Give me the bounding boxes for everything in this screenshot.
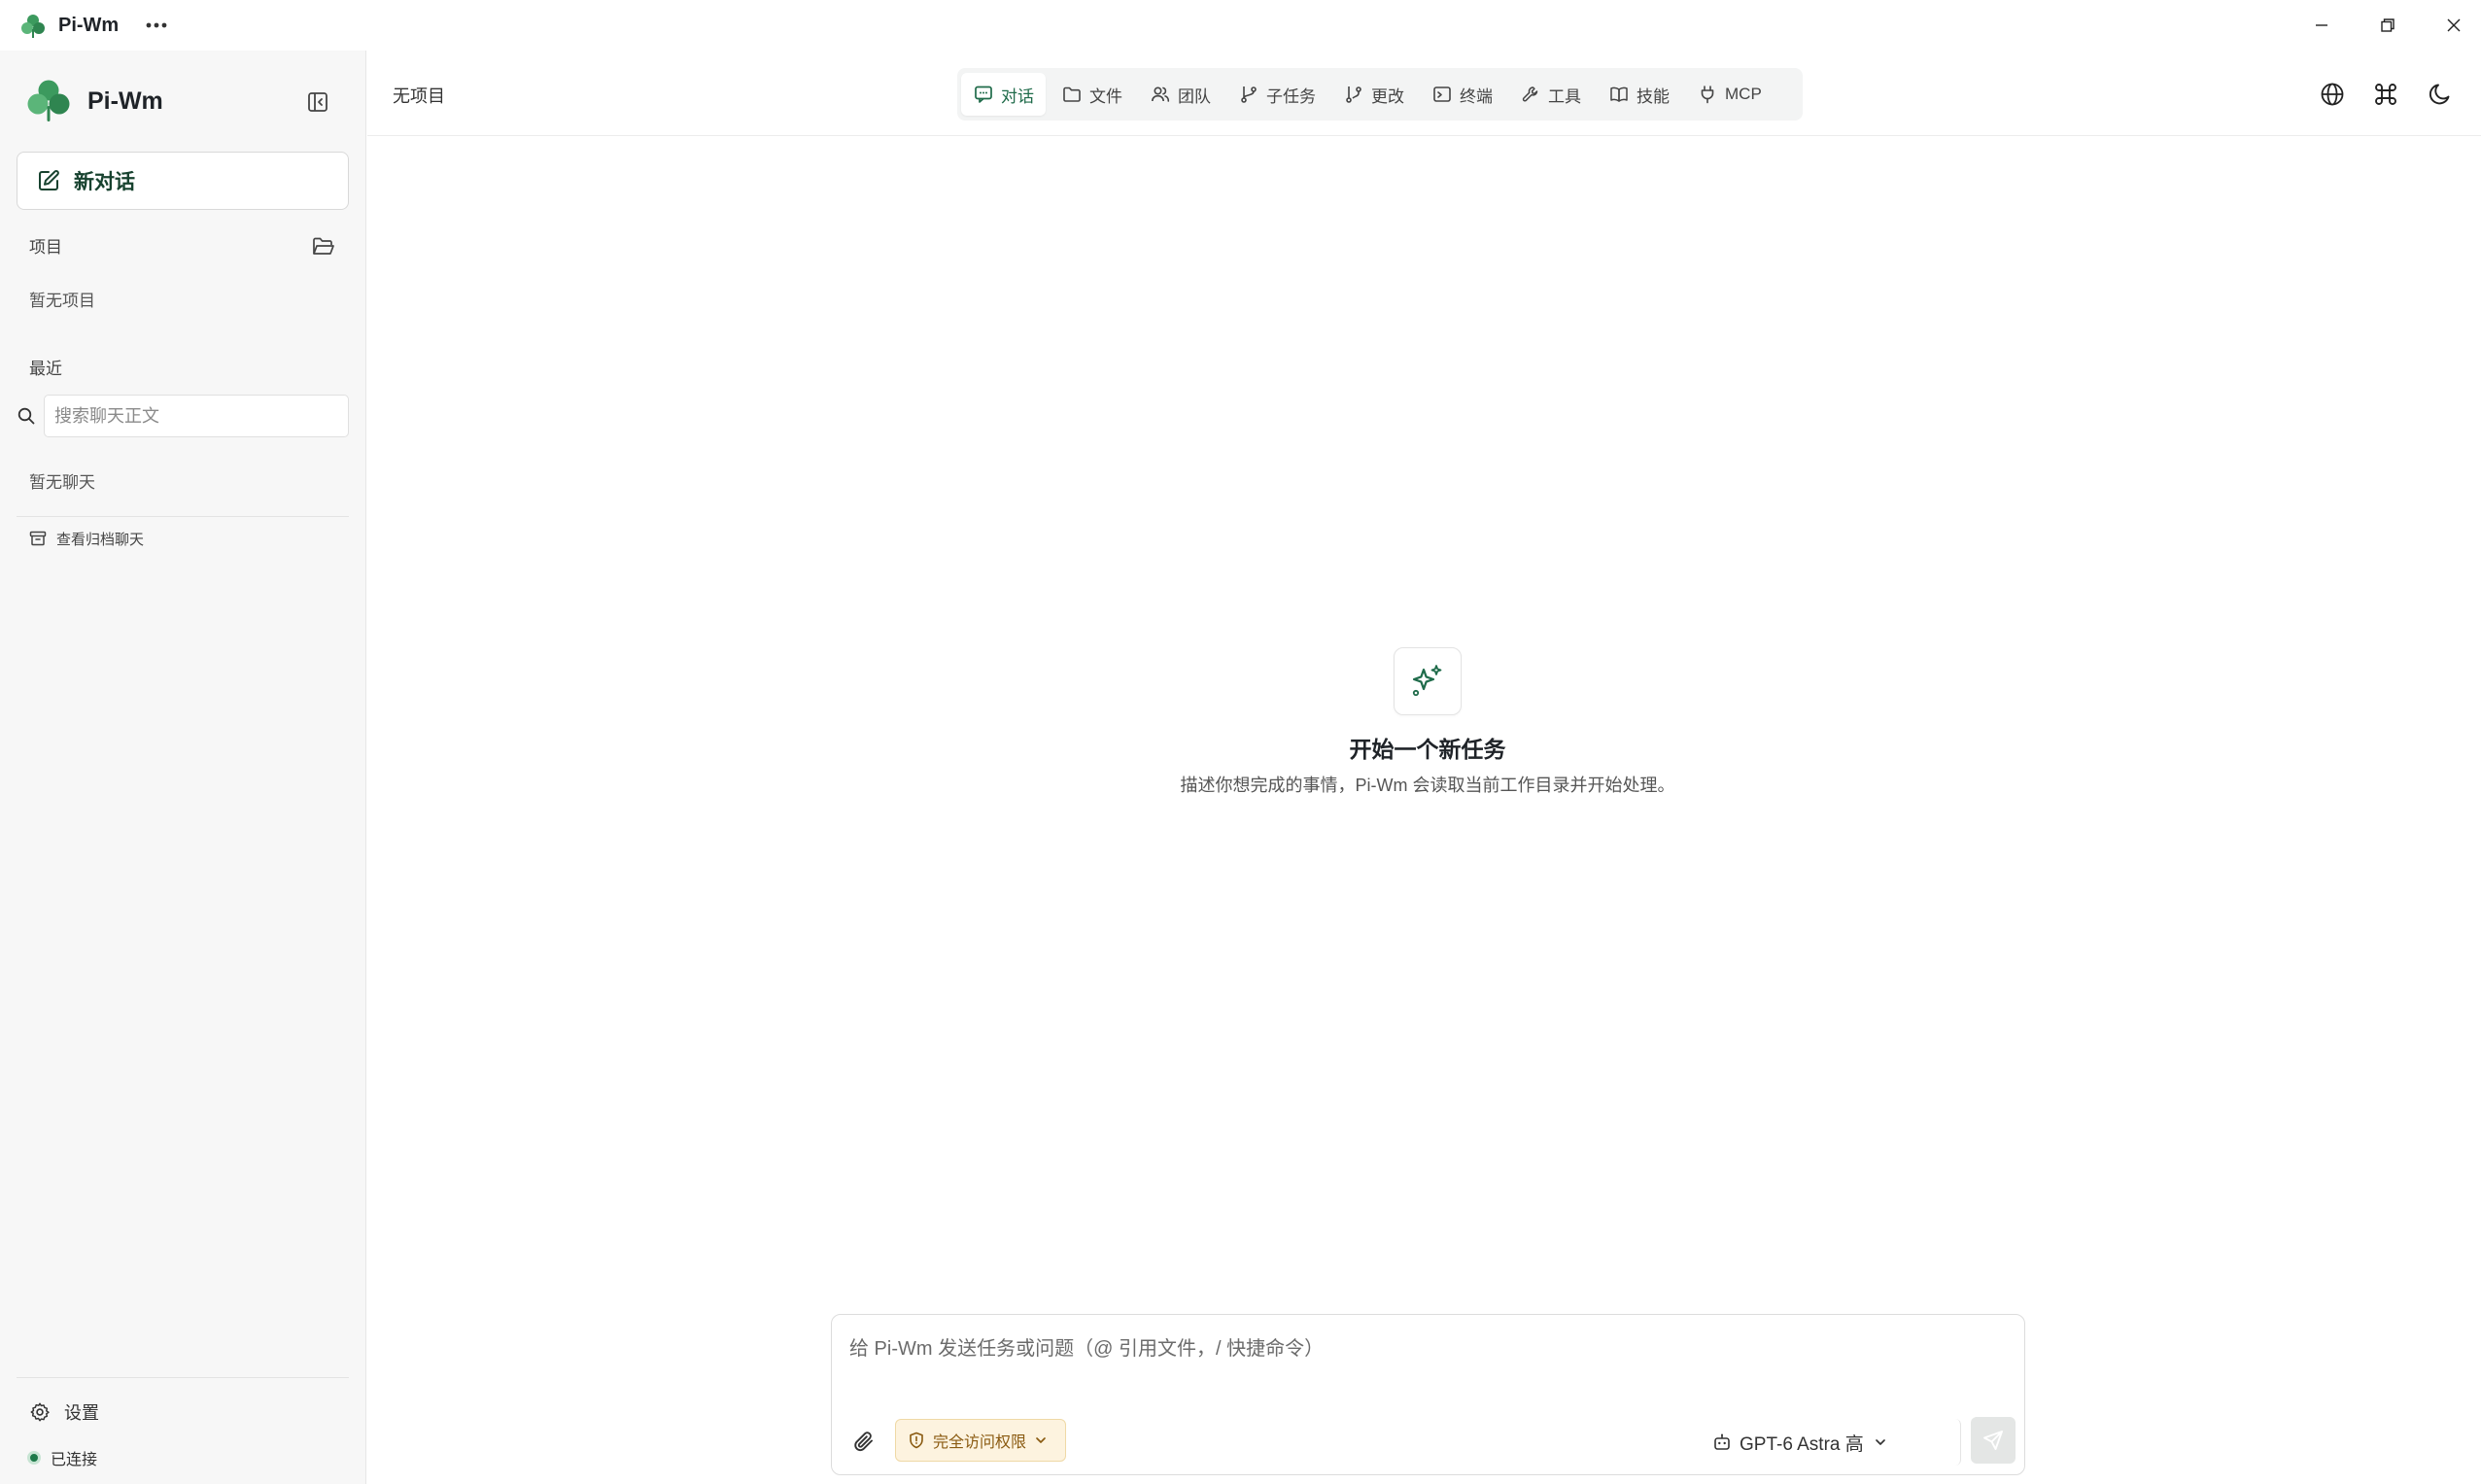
settings-label: 设置 — [64, 1403, 99, 1423]
tab-label: 文件 — [1089, 86, 1122, 106]
settings-button[interactable]: 设置 — [29, 1398, 99, 1427]
empty-state-title: 开始一个新任务 — [1349, 737, 1506, 762]
tab-team[interactable]: 团队 — [1138, 73, 1223, 116]
status-label: 已连接 — [51, 1452, 98, 1468]
tab-label: 子任务 — [1266, 86, 1316, 106]
gear-icon — [30, 1402, 50, 1422]
chat-search — [17, 395, 349, 437]
tab-files[interactable]: 文件 — [1050, 73, 1134, 116]
folder-icon — [1061, 84, 1083, 105]
tab-label: 对话 — [1001, 86, 1034, 106]
send-icon — [1983, 1431, 2003, 1450]
attach-file-button[interactable] — [849, 1427, 879, 1456]
search-chat-input[interactable] — [44, 395, 349, 437]
send-button[interactable] — [1971, 1417, 2016, 1464]
shield-icon — [910, 1432, 923, 1449]
git-branch-icon — [1238, 84, 1259, 105]
title-bar: Pi-Wm — [0, 0, 2481, 51]
new-chat-label: 新对话 — [74, 171, 135, 193]
edit-icon — [39, 170, 59, 190]
model-label: GPT-6 Astra 高 — [1740, 1433, 1864, 1455]
chevron-down-icon — [1036, 1437, 1046, 1443]
sparkles-icon — [1394, 647, 1462, 715]
users-icon — [1150, 84, 1171, 105]
minimize-icon — [2316, 24, 2327, 26]
wrench-icon — [1520, 84, 1541, 105]
git-compare-icon — [1343, 84, 1364, 105]
globe-icon[interactable] — [2316, 78, 2349, 111]
sidebar-footer-divider — [17, 1377, 349, 1378]
chevron-down-icon — [1875, 1439, 1885, 1445]
minimize-button[interactable] — [2289, 0, 2355, 51]
tab-subtasks[interactable]: 子任务 — [1226, 73, 1327, 116]
permission-dropdown[interactable]: 完全访问权限 — [895, 1419, 1066, 1462]
open-project-button[interactable] — [309, 233, 338, 260]
app-logo-icon — [19, 13, 47, 40]
close-button[interactable] — [2421, 0, 2481, 51]
tab-label: 终端 — [1460, 86, 1493, 106]
search-icon — [17, 406, 36, 426]
tab-mcp[interactable]: MCP — [1685, 73, 1774, 116]
message-composer: 完全访问权限 GPT-6 Astra 高 — [831, 1314, 2025, 1475]
tab-chat[interactable]: 对话 — [961, 73, 1046, 116]
close-icon — [2447, 18, 2461, 32]
view-tabs: 对话 文件 团队 子任务 更改 终端 工具 技能 MCP — [957, 68, 1803, 121]
sidebar-divider — [17, 516, 349, 517]
archive-label: 查看归档聊天 — [56, 531, 145, 548]
tab-label: MCP — [1725, 85, 1762, 103]
more-horizontal-icon[interactable] — [142, 14, 171, 37]
tab-label: 技能 — [1637, 86, 1670, 106]
restore-button[interactable] — [2355, 0, 2421, 51]
terminal-icon — [1431, 84, 1453, 105]
new-chat-button[interactable]: 新对话 — [17, 152, 349, 210]
tab-label: 团队 — [1178, 86, 1211, 106]
tab-terminal[interactable]: 终端 — [1420, 73, 1504, 116]
archive-icon — [29, 531, 47, 546]
plug-icon — [1697, 84, 1718, 105]
status-dot-icon — [27, 1451, 41, 1465]
tab-skills[interactable]: 技能 — [1597, 73, 1681, 116]
brand-logo-icon — [25, 78, 72, 124]
model-selector[interactable]: GPT-6 Astra 高 — [1699, 1419, 1961, 1466]
moon-icon[interactable] — [2424, 78, 2457, 111]
sidebar-collapse-button[interactable] — [301, 87, 334, 117]
tab-changes[interactable]: 更改 — [1331, 73, 1416, 116]
folder-open-icon — [313, 237, 334, 255]
tab-label: 工具 — [1548, 86, 1581, 106]
restore-icon — [2381, 18, 2395, 32]
command-icon[interactable] — [2369, 78, 2402, 111]
top-header: 无项目 对话 文件 团队 子任务 更改 终端 工具 技能 MCP — [367, 51, 2481, 136]
tab-tools[interactable]: 工具 — [1508, 73, 1593, 116]
bot-icon — [1714, 1433, 1730, 1450]
book-icon — [1608, 84, 1630, 105]
message-input[interactable] — [849, 1332, 2006, 1391]
app-title: Pi-Wm — [58, 15, 120, 36]
tab-label: 更改 — [1371, 86, 1404, 106]
projects-section-label: 项目 — [29, 238, 62, 257]
chat-icon — [973, 84, 994, 105]
recent-section-label: 最近 — [29, 360, 62, 378]
sidebar: Pi-Wm 新对话 项目 暂无项目 最近 暂无聊天 — [0, 51, 366, 1484]
empty-state-description: 描述你想完成的事情，Pi-Wm 会读取当前工作目录并开始处理。 — [1180, 776, 1675, 795]
connection-status: 已连接 — [27, 1446, 97, 1469]
project-breadcrumb[interactable]: 无项目 — [393, 83, 445, 108]
panel-left-close-icon — [308, 92, 327, 112]
sidebar-brand: Pi-Wm — [87, 87, 163, 115]
view-archived-chats-link[interactable]: 查看归档聊天 — [29, 527, 144, 550]
projects-empty-text: 暂无项目 — [29, 292, 95, 310]
chats-empty-text: 暂无聊天 — [29, 473, 95, 492]
permission-label: 完全访问权限 — [933, 1434, 1027, 1451]
paperclip-icon — [854, 1432, 873, 1452]
